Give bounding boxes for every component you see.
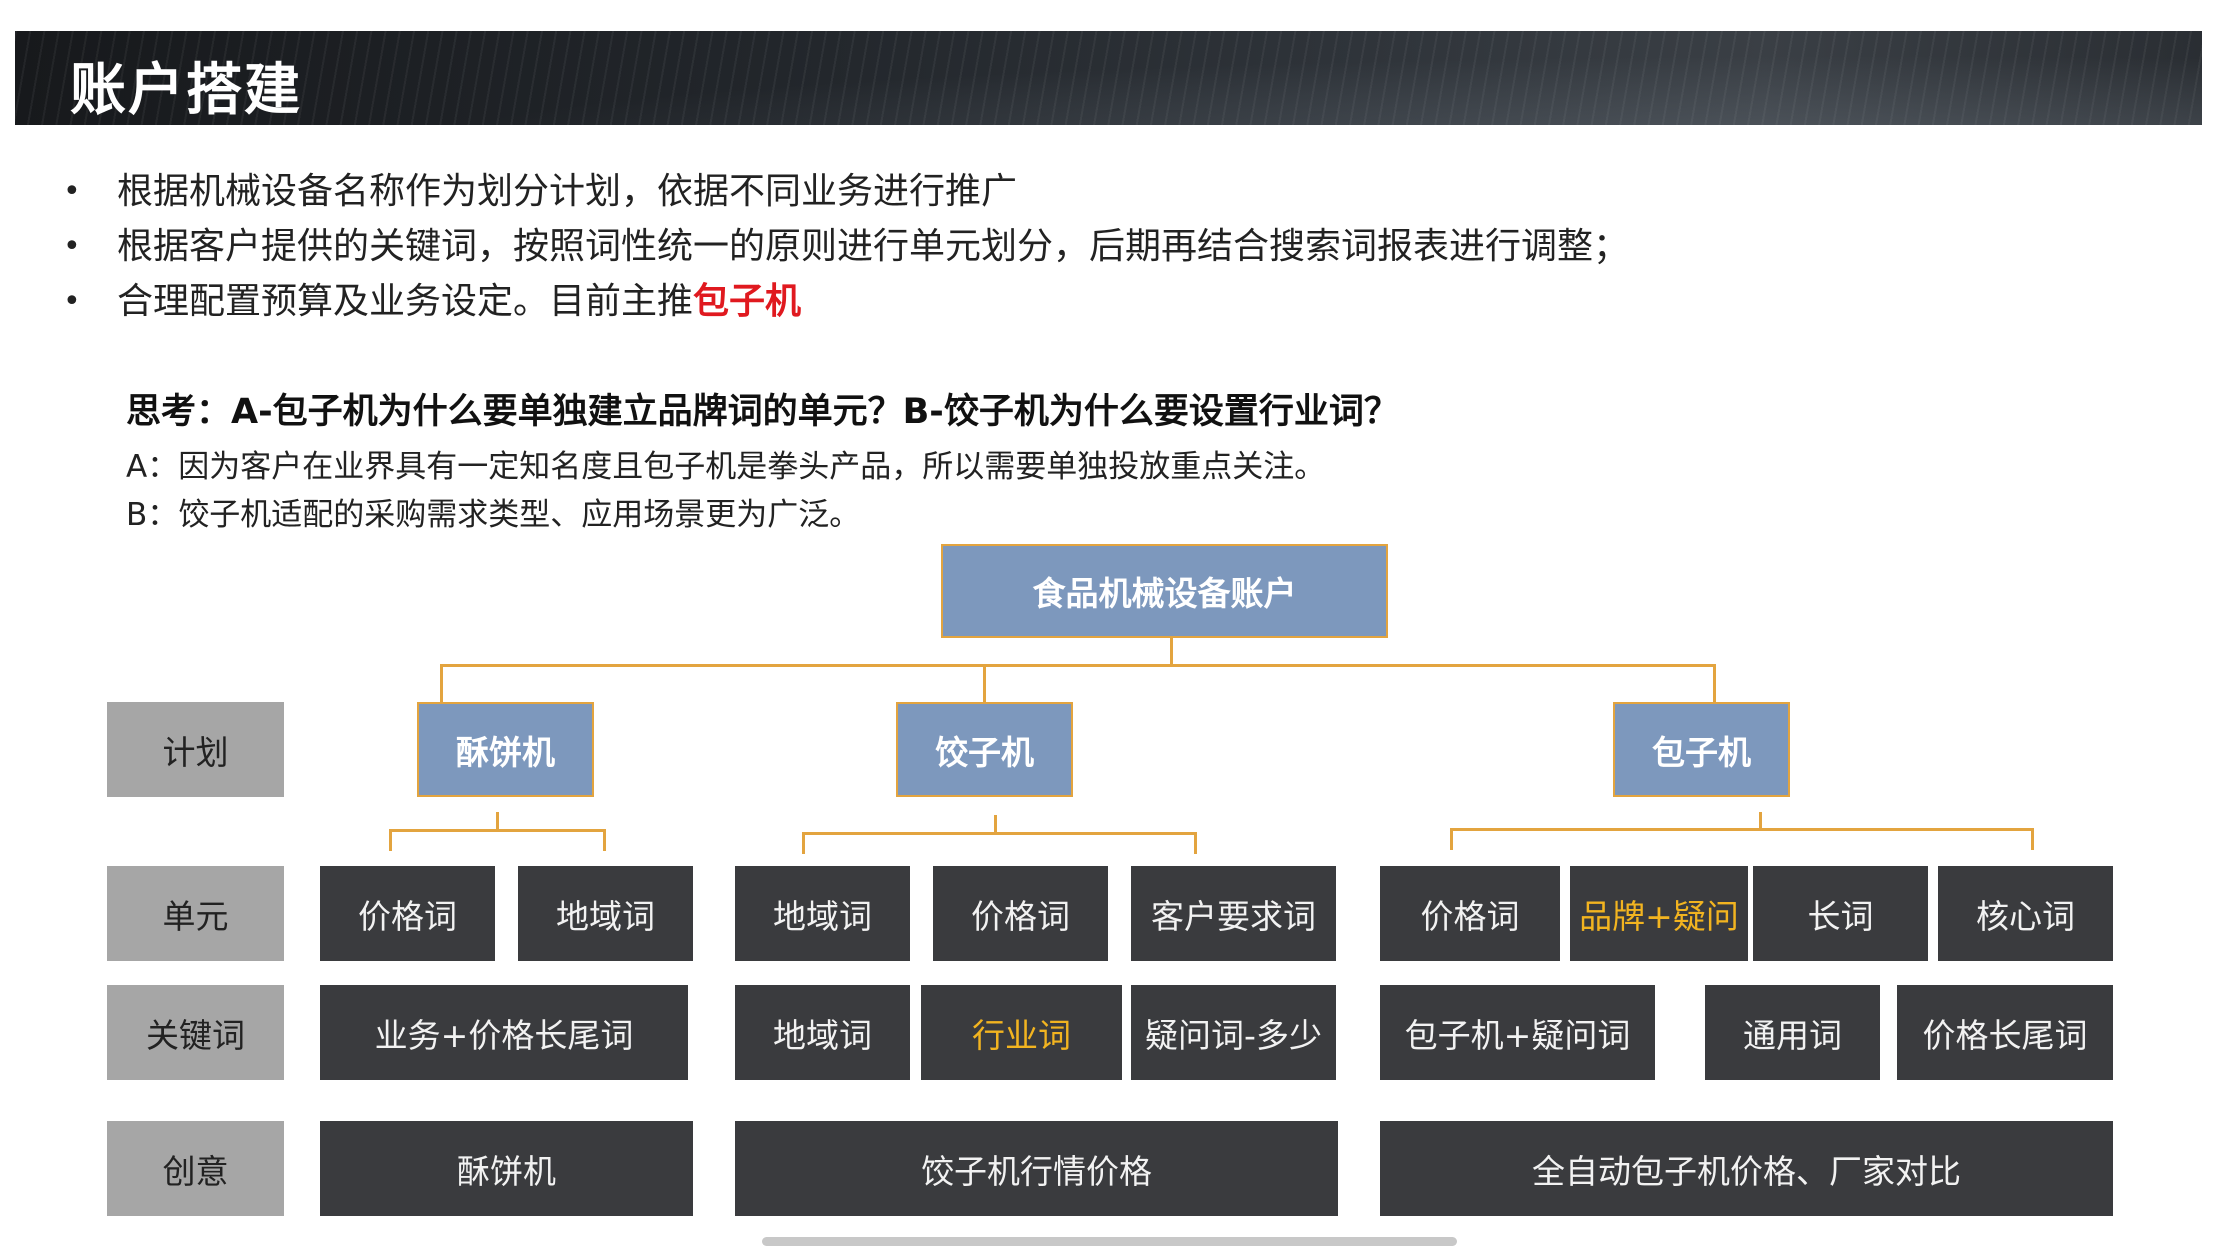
connector-line [603,829,606,851]
connector-line [1450,828,2034,831]
row-label-keyword: 关键词 [107,985,284,1080]
connector-line [2031,828,2034,850]
answer-b: B：饺子机适配的采购需求类型、应用场景更为广泛。 [126,497,861,533]
keyword-box: 通用词 [1705,985,1880,1080]
bullet-dot-icon: • [63,284,81,319]
connector-line [1713,664,1716,704]
creative-box: 酥饼机 [320,1121,693,1216]
keyword-box: 包子机+疑问词 [1380,985,1655,1080]
plan-box-jiaozi: 饺子机 [896,702,1073,797]
connector-line [440,664,1716,667]
unit-box: 长词 [1753,866,1928,961]
keyword-box: 业务+价格长尾词 [320,985,688,1080]
bullet-list: • 根据机械设备名称作为划分计划，依据不同业务进行推广 • 根据客户提供的关键词… [60,164,1629,329]
keyword-box: 疑问词-多少 [1131,985,1336,1080]
page-title: 账户搭建 [70,58,302,123]
connector-line [802,832,1197,835]
row-label-unit: 单元 [107,866,284,961]
connector-line [496,812,499,830]
unit-box: 地域词 [518,866,693,961]
unit-box: 价格词 [320,866,495,961]
bullet-text: 合理配置预算及业务设定。目前主推 [117,281,694,322]
plan-box-baozi: 包子机 [1613,702,1790,797]
connector-line [1194,832,1197,854]
keyword-box: 地域词 [735,985,910,1080]
connector-line [389,829,605,832]
keyword-box: 价格长尾词 [1897,985,2113,1080]
keyword-box-highlight: 行业词 [921,985,1122,1080]
connector-line [1450,828,1453,850]
plan-box-subing: 酥饼机 [417,702,594,797]
unit-box: 价格词 [933,866,1108,961]
connector-line [389,829,392,851]
creative-box: 全自动包子机价格、厂家对比 [1380,1121,2113,1216]
thinking-question: 思考：A-包子机为什么要单独建立品牌词的单元？B-饺子机为什么要设置行业词？ [126,392,1399,432]
connector-line [1170,637,1173,665]
unit-box: 地域词 [735,866,910,961]
header-banner: 账户搭建 [15,31,2202,125]
horizontal-scrollbar[interactable] [762,1237,1457,1246]
row-label-plan: 计划 [107,702,284,797]
bullet-text: 根据客户提供的关键词，按照词性统一的原则进行单元划分，后期再结合搜索词报表进行调… [117,226,1630,267]
connector-line [440,664,443,704]
creative-box: 饺子机行情价格 [735,1121,1338,1216]
bullet-item: • 合理配置预算及业务设定。目前主推包子机 [60,274,1629,329]
connector-line [802,832,805,854]
highlight-product: 包子机 [693,281,802,322]
connector-line [994,815,997,833]
bullet-item: • 根据机械设备名称作为划分计划，依据不同业务进行推广 [60,164,1629,219]
unit-box: 客户要求词 [1131,866,1336,961]
row-label-creative: 创意 [107,1121,284,1216]
answer-a: A：因为客户在业界具有一定知名度且包子机是拳头产品，所以需要单独投放重点关注。 [126,449,1326,485]
bullet-dot-icon: • [63,174,81,209]
bullet-item: • 根据客户提供的关键词，按照词性统一的原则进行单元划分，后期再结合搜索词报表进… [60,219,1629,274]
bullet-text: 根据机械设备名称作为划分计划，依据不同业务进行推广 [117,171,1018,212]
root-account-box: 食品机械设备账户 [941,544,1388,638]
connector-line [983,664,986,704]
bullet-dot-icon: • [63,229,81,264]
unit-box: 价格词 [1380,866,1560,961]
unit-box-highlight: 品牌+疑问 [1570,866,1748,961]
unit-box: 核心词 [1938,866,2113,961]
